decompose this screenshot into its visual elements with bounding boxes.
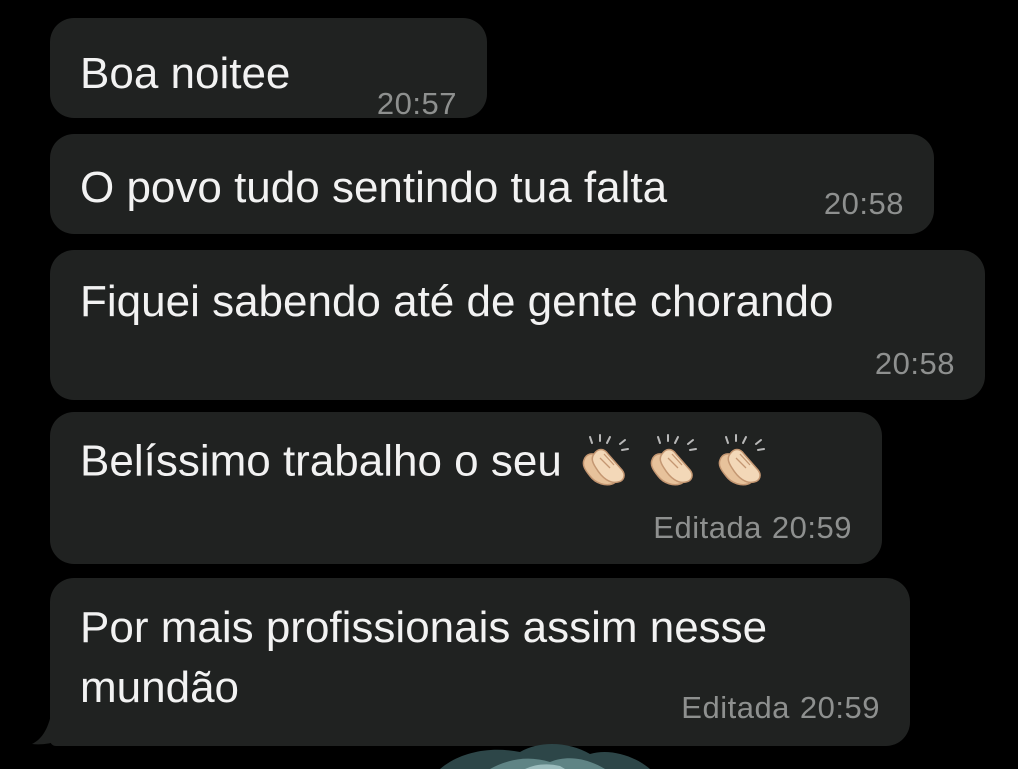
message-text-line: Belíssimo trabalho o seu (80, 434, 768, 490)
message-text: O povo tudo sentindo tua falta (80, 163, 668, 212)
message-meta: Editada 20:59 (653, 510, 852, 546)
message-meta: 20:58 (875, 346, 955, 382)
message-text: Belíssimo trabalho o seu (80, 436, 562, 486)
edited-label: Editada (681, 690, 790, 725)
clapping-hands-icon (712, 434, 768, 486)
message-time: 20:58 (823, 186, 904, 221)
message-bubble[interactable]: Boa noitee 20:57 (50, 18, 487, 121)
message-bubble[interactable]: O povo tudo sentindo tua falta 20:58 (50, 134, 934, 234)
message-meta: 20:57 (377, 86, 457, 122)
message-time: 20:57 (376, 86, 457, 121)
wallpaper-fish-art (440, 743, 650, 769)
message-text: Boa noitee (80, 49, 291, 98)
message-bubble[interactable]: Fiquei sabendo até de gente chorando 20:… (50, 250, 985, 400)
clapping-hands-icon (644, 434, 700, 486)
clapping-hands-icon (576, 434, 632, 486)
message-bubble[interactable]: Belíssimo trabalho o seu Editada 20:59 (50, 412, 882, 564)
message-text: Fiquei sabendo até de gente chorando (80, 277, 834, 326)
emoji-group (576, 434, 768, 486)
message-time: 20:59 (771, 510, 852, 545)
bubble-tail (32, 710, 58, 745)
message-meta: Editada 20:59 (681, 690, 880, 726)
message-bubble[interactable]: Por mais profissionais assim nesse mundã… (50, 578, 910, 746)
message-time: 20:59 (799, 690, 880, 725)
message-time: 20:58 (874, 346, 955, 381)
chat-thread: Boa noitee 20:57 O povo tudo sentindo tu… (0, 0, 1018, 769)
message-meta: 20:58 (824, 186, 904, 222)
edited-label: Editada (653, 510, 762, 545)
